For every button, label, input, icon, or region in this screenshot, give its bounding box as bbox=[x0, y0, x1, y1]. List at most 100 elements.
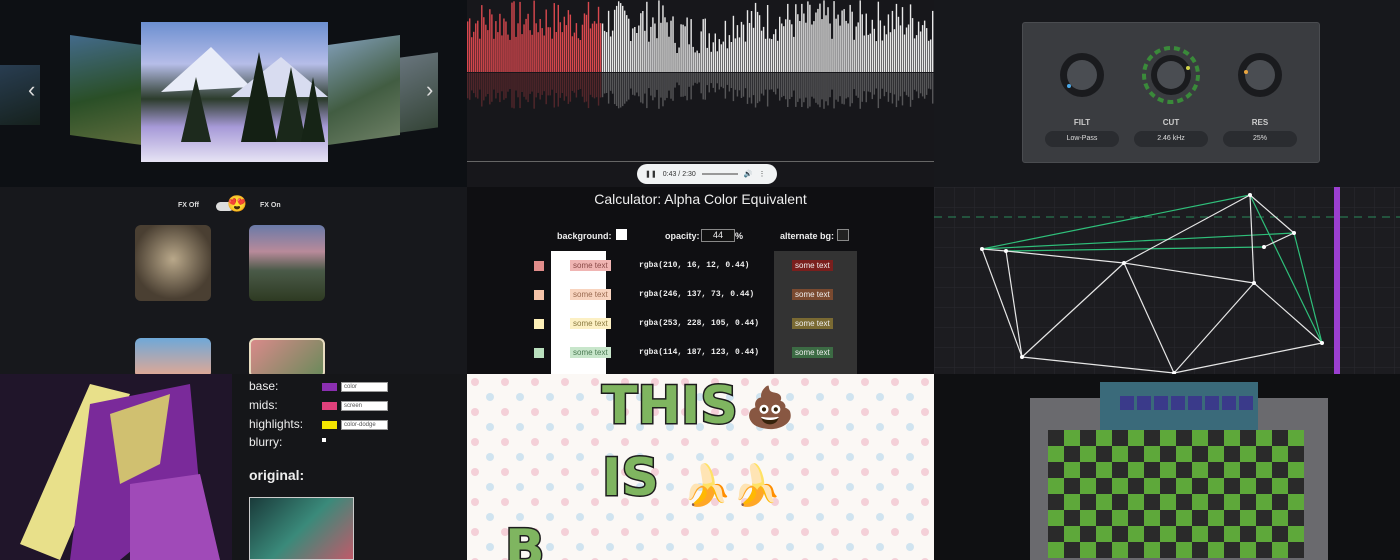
board-tile bbox=[1128, 510, 1144, 526]
waveform-bar bbox=[827, 7, 829, 73]
volume-icon[interactable]: 🔊 bbox=[744, 170, 753, 178]
next-arrow-icon[interactable]: › bbox=[426, 79, 433, 101]
waveform-reflection bbox=[591, 73, 594, 98]
waveform-reflection bbox=[615, 73, 618, 106]
coverflow-image-left[interactable] bbox=[70, 34, 142, 146]
blurry-checkbox[interactable] bbox=[322, 438, 326, 442]
board-tile bbox=[1176, 462, 1192, 478]
color-swatch[interactable] bbox=[534, 261, 544, 271]
coverflow-image-center[interactable] bbox=[141, 22, 328, 162]
knob-filt[interactable] bbox=[1060, 53, 1104, 97]
waveform-bar bbox=[768, 38, 771, 72]
color-swatch[interactable] bbox=[534, 348, 544, 358]
waveform-bar bbox=[781, 23, 783, 72]
waveform-bar bbox=[905, 27, 908, 72]
board-tile bbox=[1288, 510, 1304, 526]
board-tile bbox=[1144, 542, 1160, 558]
board-tile bbox=[1096, 526, 1112, 542]
banana-emoji-icon: 🍌🍌 bbox=[682, 464, 782, 508]
board-tile bbox=[1128, 430, 1144, 446]
waveform-reflection bbox=[708, 73, 710, 93]
blend-select-base[interactable]: color bbox=[341, 382, 388, 392]
knob-value-cut: 2.46 kHz bbox=[1134, 131, 1208, 147]
waveform-reflection bbox=[742, 73, 745, 97]
board-tile bbox=[1144, 430, 1160, 446]
waveform-bar bbox=[855, 26, 857, 72]
waveform[interactable] bbox=[467, 0, 934, 160]
board-tile bbox=[1192, 526, 1208, 542]
waveform-reflection bbox=[901, 73, 904, 106]
opacity-input[interactable]: 44 bbox=[701, 229, 735, 242]
background-color-picker[interactable] bbox=[616, 229, 627, 240]
waveform-reflection bbox=[694, 73, 696, 83]
waveform-reflection bbox=[789, 73, 791, 100]
blend-select-highlights[interactable]: color-dodge bbox=[341, 420, 388, 430]
waveform-reflection bbox=[785, 73, 787, 100]
waveform-bar bbox=[893, 29, 896, 72]
board-tile bbox=[1048, 526, 1064, 542]
blend-color-mids[interactable] bbox=[322, 402, 337, 410]
waveform-reflection bbox=[583, 73, 586, 103]
waveform-reflection bbox=[861, 73, 863, 102]
waveform-bar bbox=[706, 47, 708, 72]
waveform-bar bbox=[477, 20, 479, 72]
blend-color-highlights[interactable] bbox=[322, 421, 337, 429]
waveform-bar bbox=[549, 27, 551, 72]
waveform-bar bbox=[811, 24, 813, 72]
knob-res[interactable] bbox=[1238, 53, 1282, 97]
waveform-bar bbox=[849, 4, 851, 72]
waveform-bar bbox=[863, 35, 865, 72]
blend-color-base[interactable] bbox=[322, 383, 337, 391]
coverflow-image-right[interactable] bbox=[328, 34, 400, 146]
waveform-bar bbox=[617, 1, 620, 72]
waveform-bar bbox=[467, 21, 469, 72]
audio-player[interactable]: ❚❚ 0:43 / 2:30 🔊 ⋮ bbox=[637, 164, 777, 184]
waveform-bar bbox=[543, 35, 545, 72]
seek-bar[interactable] bbox=[701, 173, 738, 175]
game-board[interactable] bbox=[934, 374, 1400, 560]
graph-canvas[interactable] bbox=[934, 187, 1400, 374]
waveform-reflection bbox=[632, 73, 634, 95]
prev-arrow-icon[interactable]: ‹ bbox=[28, 79, 35, 101]
board-tile bbox=[1112, 430, 1128, 446]
speaker-tile bbox=[1154, 396, 1168, 410]
thumbnail-sunset[interactable] bbox=[135, 338, 211, 374]
waveform-reflection bbox=[766, 73, 769, 107]
thumbnail-landscape[interactable] bbox=[249, 225, 325, 301]
pause-icon[interactable]: ❚❚ bbox=[645, 170, 657, 178]
knob-cut[interactable] bbox=[1142, 46, 1200, 104]
dungeon-game-board bbox=[934, 374, 1400, 560]
more-options-icon[interactable]: ⋮ bbox=[759, 170, 766, 178]
waveform-bar bbox=[869, 33, 871, 72]
alternate-bg-color-picker[interactable] bbox=[837, 229, 849, 241]
waveform-bar bbox=[760, 30, 763, 72]
waveform-bar bbox=[666, 22, 668, 72]
thumbnail-flowers[interactable] bbox=[249, 338, 325, 374]
waveform-reflection bbox=[847, 73, 849, 98]
audio-waveform-player: ❚❚ 0:43 / 2:30 🔊 ⋮ bbox=[467, 0, 934, 187]
waveform-bar bbox=[678, 47, 680, 72]
waveform-reflection bbox=[676, 73, 678, 83]
waveform-bar bbox=[716, 51, 719, 72]
waveform-bar bbox=[495, 21, 497, 73]
waveform-bar bbox=[670, 20, 672, 72]
emoji-text-demo: THIS 💩 IS 🍌🍌 B bbox=[467, 374, 934, 560]
board-tile bbox=[1048, 494, 1064, 510]
board-tile bbox=[1160, 526, 1176, 542]
waveform-reflection bbox=[579, 73, 582, 89]
background-label: background: bbox=[557, 231, 612, 241]
blend-select-mids[interactable]: screen bbox=[341, 401, 388, 411]
color-swatch[interactable] bbox=[534, 319, 544, 329]
waveform-reflection bbox=[885, 73, 888, 92]
board-tile bbox=[1096, 446, 1112, 462]
board-tile bbox=[1256, 446, 1272, 462]
color-swatch[interactable] bbox=[534, 290, 544, 300]
speaker-tile bbox=[1222, 396, 1236, 410]
thumbnail-portrait[interactable] bbox=[135, 225, 211, 301]
waveform-bar bbox=[630, 41, 632, 72]
waveform-reflection bbox=[809, 73, 811, 107]
board-tile bbox=[1064, 446, 1080, 462]
waveform-reflection bbox=[851, 73, 853, 104]
waveform-bar bbox=[779, 16, 781, 72]
waveform-bar bbox=[867, 34, 869, 72]
